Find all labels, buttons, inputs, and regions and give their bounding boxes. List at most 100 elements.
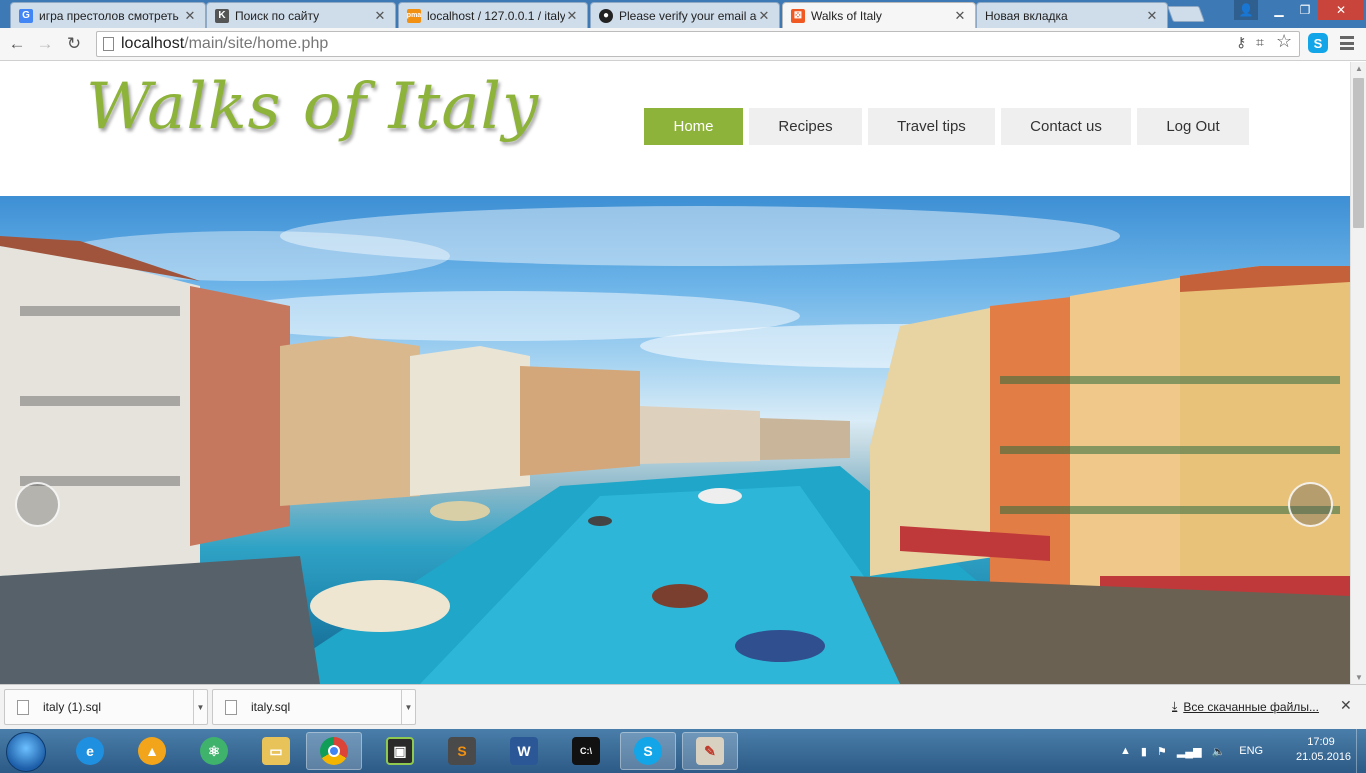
aimp-icon: ▲ xyxy=(138,737,166,765)
show-all-downloads-link[interactable]: ⤓ Все скачанные файлы... xyxy=(1172,699,1319,714)
file-icon xyxy=(17,699,29,715)
hero-slider-image xyxy=(0,196,1350,684)
close-icon[interactable]: ✕ xyxy=(1340,697,1352,714)
scroll-down-icon[interactable]: ▼ xyxy=(1355,673,1363,682)
volume-icon[interactable]: 🔈 xyxy=(1212,745,1226,758)
site-logo[interactable]: Walks of Italy xyxy=(86,70,539,144)
taskbar-skype[interactable]: S xyxy=(620,732,676,770)
venice-grand-canal-picture xyxy=(0,206,1350,684)
new-tab-button[interactable] xyxy=(1167,6,1205,22)
url-host: localhost xyxy=(121,35,185,52)
taskbar-word[interactable]: W xyxy=(496,732,552,770)
nav-recipes[interactable]: Recipes xyxy=(749,108,862,145)
show-all-label: Все скачанные файлы... xyxy=(1183,699,1319,714)
close-window-button[interactable]: ✕ xyxy=(1318,0,1364,20)
tab-title: Поиск по сайту xyxy=(235,8,320,23)
taskbar-atom[interactable]: ⚛ xyxy=(186,732,242,770)
paint-icon: ✎ xyxy=(696,737,724,765)
nav-contact-us[interactable]: Contact us xyxy=(1001,108,1131,145)
chevron-down-icon[interactable]: ▼ xyxy=(193,690,207,724)
downloads-shelf: italy (1).sql ▼ italy.sql ▼ ⤓ Все скачан… xyxy=(0,684,1366,729)
chrome-menu-icon[interactable] xyxy=(1340,36,1354,50)
slider-next-button[interactable] xyxy=(1288,482,1333,527)
download-item[interactable]: italy.sql ▼ xyxy=(212,689,416,725)
taskbar-aimp[interactable]: ▲ xyxy=(124,732,180,770)
file-icon xyxy=(225,699,237,715)
battery-icon[interactable]: ▮ xyxy=(1141,745,1147,758)
reload-icon[interactable]: ↻ xyxy=(63,33,85,55)
taskbar-sublime[interactable]: S xyxy=(434,732,490,770)
taskbar-terminal-app[interactable]: ▣ xyxy=(372,732,428,770)
command-prompt-icon: C:\ xyxy=(572,737,600,765)
download-arrow-icon: ⤓ xyxy=(1172,699,1178,713)
download-item[interactable]: italy (1).sql ▼ xyxy=(4,689,208,725)
tab-new[interactable]: Новая вкладка ✕ xyxy=(976,2,1168,28)
taskbar-chrome[interactable] xyxy=(306,732,362,770)
tab-title: Новая вкладка xyxy=(985,8,1068,23)
flag-icon[interactable]: ⚑ xyxy=(1157,745,1167,758)
close-icon[interactable]: ✕ xyxy=(183,8,197,24)
tab-google[interactable]: G игра престолов смотреть ✕ xyxy=(10,2,206,28)
nav-home[interactable]: Home xyxy=(644,108,743,145)
chevron-down-icon[interactable]: ▼ xyxy=(401,690,415,724)
tab-title: localhost / 127.0.0.1 / italy xyxy=(427,8,565,23)
tab-phpmyadmin[interactable]: pma localhost / 127.0.0.1 / italy ✕ xyxy=(398,2,588,28)
clock-date: 21.05.2016 xyxy=(1296,751,1352,763)
user-icon[interactable]: 👤 xyxy=(1234,0,1258,20)
tab-strip: G игра престолов смотреть ✕ K Поиск по с… xyxy=(0,0,1366,28)
tab-github[interactable]: ● Please verify your email ad ✕ xyxy=(590,2,780,28)
close-icon[interactable]: ✕ xyxy=(1145,8,1159,24)
taskbar-explorer[interactable]: ▭ xyxy=(248,732,304,770)
forward-icon[interactable]: → xyxy=(34,33,56,55)
language-indicator[interactable]: ENG xyxy=(1239,745,1263,757)
key-icon[interactable]: ⚷ xyxy=(1236,34,1246,51)
xampp-icon: ⊠ xyxy=(791,8,805,23)
github-icon: ● xyxy=(599,8,613,23)
scroll-up-icon[interactable]: ▲ xyxy=(1355,64,1363,73)
k-icon: K xyxy=(215,8,229,23)
clock-time: 17:09 xyxy=(1307,736,1335,748)
nav-log-out[interactable]: Log Out xyxy=(1137,108,1249,145)
clock[interactable]: 17:09 21.05.2016 xyxy=(1296,735,1352,765)
slider-prev-button[interactable] xyxy=(15,482,60,527)
show-desktop-button[interactable] xyxy=(1356,729,1366,773)
web-page: Walks of Italy Home Recipes Travel tips … xyxy=(0,62,1350,684)
taskbar-paint[interactable]: ✎ xyxy=(682,732,738,770)
skype-icon: S xyxy=(634,737,662,765)
close-icon[interactable]: ✕ xyxy=(373,8,387,24)
bookmark-star-icon[interactable]: ☆ xyxy=(1276,31,1292,52)
taskbar-cmd[interactable]: C:\ xyxy=(558,732,614,770)
nav-travel-tips[interactable]: Travel tips xyxy=(868,108,995,145)
main-nav: Home Recipes Travel tips Contact us Log … xyxy=(644,108,1255,145)
url-path: /main/site/home.php xyxy=(184,35,329,52)
maximize-button[interactable]: ❐ xyxy=(1292,0,1318,20)
address-bar[interactable]: localhost/main/site/home.php xyxy=(96,31,1300,57)
minimize-button[interactable]: ▁ xyxy=(1266,0,1292,20)
translate-icon[interactable]: ⌗ xyxy=(1256,34,1264,51)
windows-taskbar: e ▲ ⚛ ▭ ▣ S W C:\ S ✎ ▲ ▮ ⚑ ▂▄▆ 🔈 ENG 17… xyxy=(0,729,1366,773)
tab-title: Please verify your email ad xyxy=(619,8,757,23)
network-icon[interactable]: ▂▄▆ xyxy=(1177,745,1202,758)
google-icon: G xyxy=(19,8,33,23)
tab-title: Walks of Italy xyxy=(811,8,882,23)
chrome-icon xyxy=(320,737,348,765)
close-icon[interactable]: ✕ xyxy=(953,8,967,24)
tab-title: игра престолов смотреть xyxy=(39,8,179,23)
internet-explorer-icon: e xyxy=(76,737,104,765)
close-icon[interactable]: ✕ xyxy=(565,8,579,24)
page-scrollbar[interactable]: ▲ ▼ xyxy=(1350,62,1366,684)
taskbar-ie[interactable]: e xyxy=(62,732,118,770)
close-icon[interactable]: ✕ xyxy=(757,8,771,24)
skype-extension-icon[interactable]: S xyxy=(1308,33,1328,53)
download-filename: italy.sql xyxy=(251,700,291,714)
back-icon[interactable]: ← xyxy=(6,33,28,55)
phpmyadmin-icon: pma xyxy=(407,8,421,23)
chevron-up-icon[interactable]: ▲ xyxy=(1120,745,1131,757)
tab-search[interactable]: K Поиск по сайту ✕ xyxy=(206,2,396,28)
tab-walks-of-italy[interactable]: ⊠ Walks of Italy ✕ xyxy=(782,2,976,28)
word-icon: W xyxy=(510,737,538,765)
start-button[interactable] xyxy=(6,732,46,772)
download-filename: italy (1).sql xyxy=(43,700,102,714)
scrollbar-thumb[interactable] xyxy=(1353,78,1364,228)
sublime-text-icon: S xyxy=(448,737,476,765)
